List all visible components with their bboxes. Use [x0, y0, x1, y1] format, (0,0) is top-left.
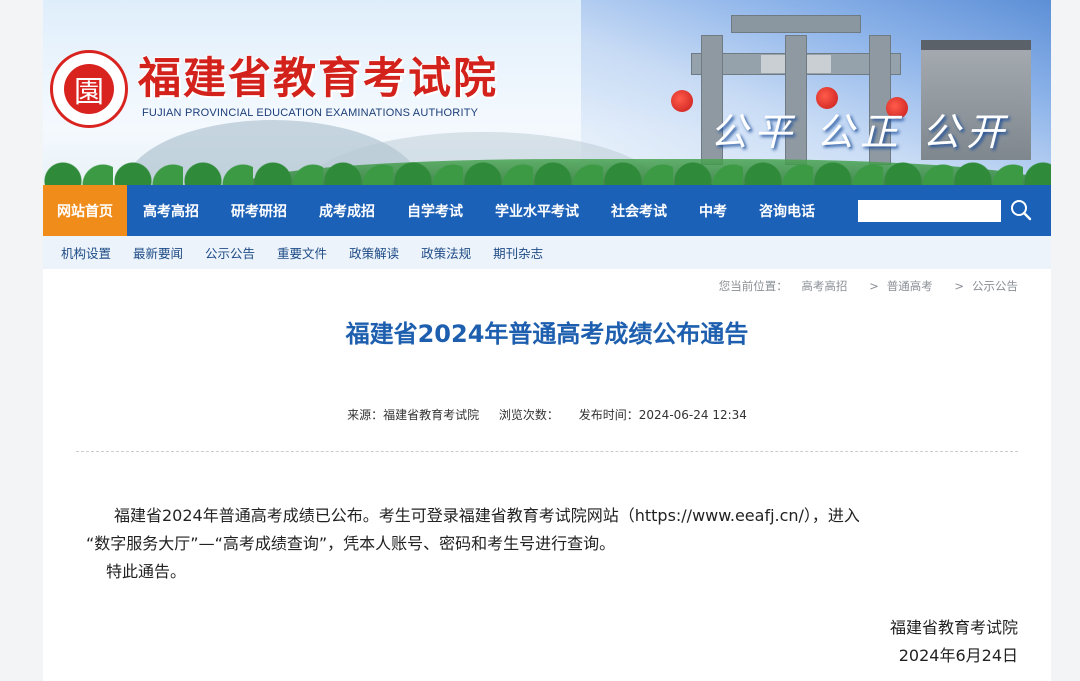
- meta-source: 来源：福建省教育考试院: [347, 408, 480, 422]
- slogan: 公平 公正 公开: [710, 110, 1011, 154]
- signature-date: 2024年6月24日: [898, 646, 1018, 665]
- nav-item-gaokao[interactable]: 高考高招: [127, 185, 215, 236]
- breadcrumb-prefix: 您当前位置：: [718, 279, 788, 293]
- sub-nav: 机构设置 最新要闻 公示公告 重要文件 政策解读 政策法规 期刊杂志: [43, 236, 1051, 269]
- nav-item-yankao[interactable]: 研考研招: [215, 185, 303, 236]
- subnav-item-policy-interpretation[interactable]: 政策解读: [349, 243, 399, 262]
- search-button[interactable]: [1008, 197, 1034, 223]
- site-subtitle: FUJIAN PROVINCIAL EDUCATION EXAMINATIONS…: [142, 107, 479, 119]
- meta-views: 浏览次数：: [498, 408, 559, 422]
- signature-org: 福建省教育考试院: [889, 618, 1018, 637]
- subnav-item-documents[interactable]: 重要文件: [277, 243, 327, 262]
- breadcrumb-item-gaokao[interactable]: 高考高招: [801, 279, 847, 293]
- subnav-item-jigou[interactable]: 机构设置: [61, 243, 111, 262]
- paragraph-line: 福建省2024年普通高考成绩已公布。考生可登录福建省教育考试院网站（https:…: [114, 506, 860, 525]
- search-input[interactable]: [858, 200, 1001, 222]
- nav-item-xueye[interactable]: 学业水平考试: [479, 185, 595, 236]
- subnav-item-journals[interactable]: 期刊杂志: [493, 243, 543, 262]
- subnav-item-news[interactable]: 最新要闻: [133, 243, 183, 262]
- nav-item-zixue[interactable]: 自学考试: [391, 185, 479, 236]
- nav-item-zhongkao[interactable]: 中考: [683, 185, 743, 236]
- subnav-item-regulations[interactable]: 政策法规: [421, 243, 471, 262]
- search-icon: [1011, 200, 1032, 221]
- article-title: 福建省2024年普通高考成绩公布通告: [345, 320, 749, 348]
- breadcrumb-item-notices[interactable]: 公示公告: [972, 279, 1018, 293]
- breadcrumb-separator: >: [869, 279, 879, 293]
- site-title[interactable]: 福建省教育考试院: [138, 44, 498, 106]
- signature: 福建省教育考试院 2024年6月24日: [890, 614, 1018, 670]
- logo-emblem: 園: [64, 64, 114, 114]
- breadcrumb-item-putong[interactable]: 普通高考: [887, 279, 933, 293]
- trees-illustration: [43, 151, 1051, 185]
- nav-item-home[interactable]: 网站首页: [43, 185, 127, 236]
- nav-item-phone[interactable]: 咨询电话: [743, 185, 831, 236]
- breadcrumb-separator: >: [954, 279, 964, 293]
- divider: [76, 451, 1018, 452]
- article-body: 福建省2024年普通高考成绩已公布。考生可登录福建省教育考试院网站（https:…: [86, 502, 1011, 586]
- nav-item-chengkao[interactable]: 成考成招: [303, 185, 391, 236]
- paragraph-line: “数字服务大厅”—“高考成绩查询”，凭本人账号、密码和考生号进行查询。: [86, 534, 616, 553]
- nav-item-shehui[interactable]: 社会考试: [595, 185, 683, 236]
- site-logo[interactable]: 園: [50, 50, 128, 128]
- meta-publish-time: 发布时间：2024-06-24 12:34: [578, 408, 747, 422]
- breadcrumb: 您当前位置： 高考高招 > 普通高考 > 公示公告: [719, 278, 1018, 294]
- subnav-item-notices[interactable]: 公示公告: [205, 243, 255, 262]
- paragraph-closing: 特此通告。: [106, 562, 187, 581]
- main-nav: 网站首页 高考高招 研考研招 成考成招 自学考试 学业水平考试 社会考试 中考 …: [43, 185, 1051, 236]
- article-meta: 来源：福建省教育考试院 浏览次数： 发布时间：2024-06-24 12:34: [43, 406, 1051, 423]
